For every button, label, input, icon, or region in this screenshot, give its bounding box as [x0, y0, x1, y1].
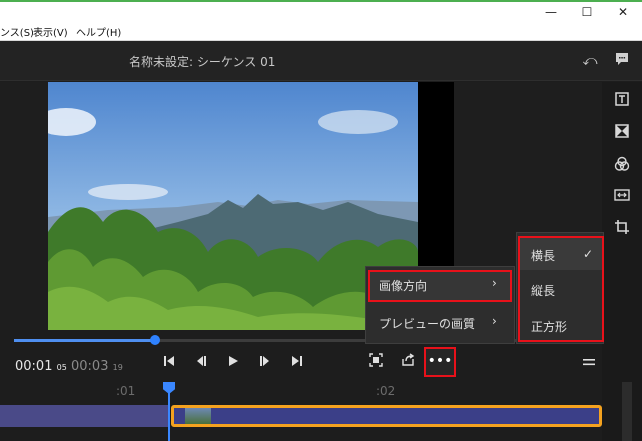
current-timecode: 00:01 05 [15, 355, 67, 374]
panel-menu-icon[interactable] [579, 353, 599, 373]
go-to-end-icon[interactable] [287, 353, 307, 373]
duration-frames: 19 [112, 363, 123, 372]
clip-thumbnail [185, 408, 211, 424]
menu-help[interactable]: ヘルプ(H) [76, 24, 121, 39]
close-button[interactable]: ✕ [603, 3, 642, 21]
chevron-right-icon: › [492, 314, 497, 328]
more-options-menu: 画像方向 › プレビューの画質 › [365, 266, 515, 344]
menu-item-label: 画像方向 [379, 279, 428, 293]
scrub-handle[interactable] [149, 335, 160, 345]
current-frames: 05 [56, 363, 67, 372]
step-back-icon[interactable] [191, 353, 211, 373]
title-bar: — ☐ ✕ [0, 0, 642, 21]
undo-icon[interactable]: ⤺ [580, 51, 600, 71]
scrub-progress [14, 339, 155, 342]
crop-tool-icon[interactable] [612, 220, 632, 240]
current-time: 00:01 [15, 359, 53, 374]
share-icon[interactable] [398, 353, 418, 373]
more-icon: ••• [427, 353, 453, 369]
menu-item-label: プレビューの画質 [379, 317, 476, 331]
tool-strip [602, 82, 642, 441]
duration-timecode: 00:03 19 [71, 355, 123, 374]
menu-item-image-orientation[interactable]: 画像方向 › [366, 267, 516, 303]
menu-item-preview-quality[interactable]: プレビューの画質 › [366, 305, 516, 341]
timeline-track[interactable] [0, 405, 168, 427]
highlight-box [518, 236, 604, 342]
chevron-right-icon: › [492, 276, 497, 290]
menu-view[interactable]: 表示(V) [33, 24, 68, 39]
step-forward-icon[interactable] [255, 353, 275, 373]
tool-strip-scrollbar[interactable] [622, 382, 632, 441]
comment-icon[interactable] [612, 51, 632, 71]
selected-clip[interactable] [171, 405, 602, 427]
play-icon[interactable] [223, 353, 243, 373]
go-to-start-icon[interactable] [159, 353, 179, 373]
more-options-button[interactable]: ••• [424, 347, 456, 377]
speed-tool-icon[interactable] [612, 188, 632, 208]
minimize-button[interactable]: — [531, 3, 571, 21]
fit-frame-icon[interactable] [366, 353, 386, 373]
playhead [168, 392, 170, 441]
maximize-button[interactable]: ☐ [567, 3, 607, 21]
menu-bar: ンス(S) 表示(V) ヘルプ(H) [0, 21, 642, 41]
color-tool-icon[interactable] [612, 156, 632, 176]
ruler-label-1: :01 [116, 384, 136, 398]
ruler-label-2: :02 [376, 384, 396, 398]
sequence-header: 名称未設定: シーケンス 01 ⤺ [0, 41, 642, 81]
timeline-ruler[interactable]: :01 :02 [0, 381, 602, 403]
text-tool-icon[interactable] [612, 92, 632, 112]
orientation-submenu: 横長 ✓ 縦長 正方形 [516, 232, 604, 344]
sequence-title: 名称未設定: シーケンス 01 [129, 55, 276, 69]
app-window: — ☐ ✕ ンス(S) 表示(V) ヘルプ(H) 名称未設定: シーケンス 01… [0, 0, 642, 441]
menu-sequence[interactable]: ンス(S) [0, 24, 34, 39]
duration-time: 00:03 [71, 359, 109, 374]
transition-tool-icon[interactable] [612, 124, 632, 144]
